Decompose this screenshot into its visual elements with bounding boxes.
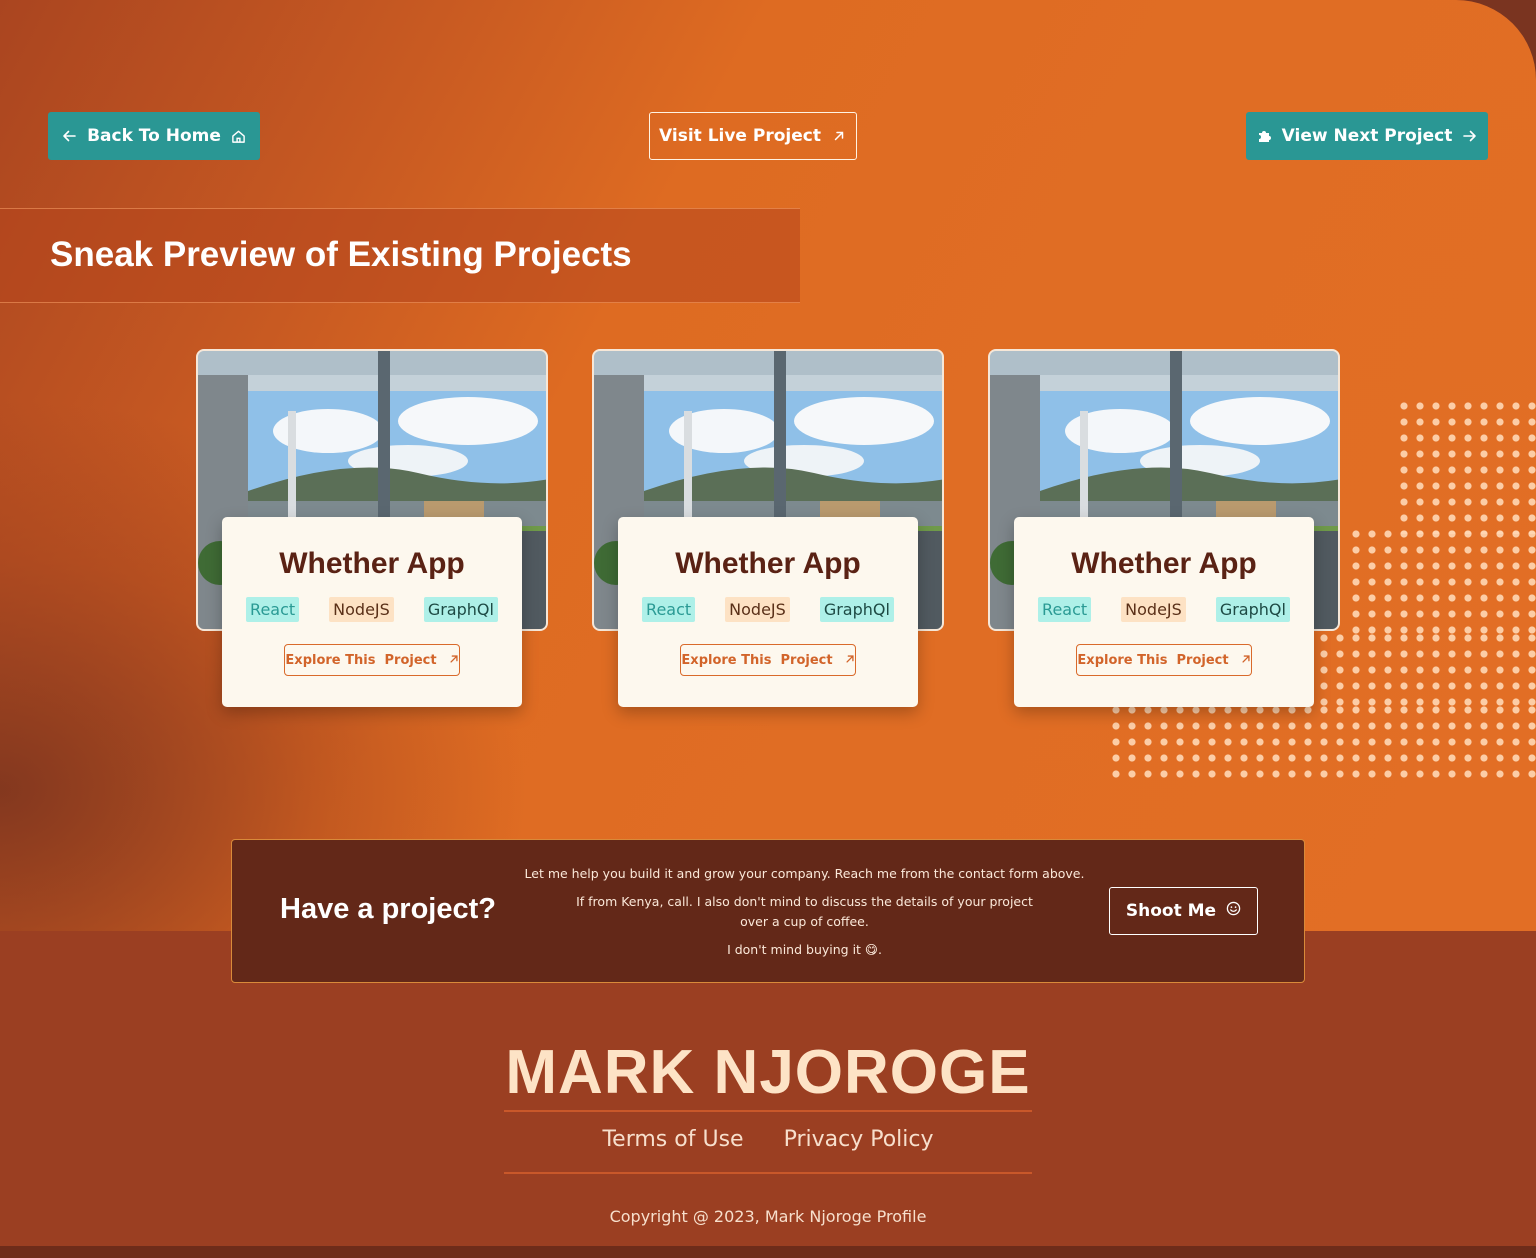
arrow-left-icon [61,128,77,144]
cta-title: Have a project? [280,893,496,925]
view-next-project-label: View Next Project [1281,126,1453,146]
explore-project-label: Explore This Project [1077,652,1229,668]
footer-brand: MARK NJOROGE [505,1038,1031,1107]
arrow-up-right-icon [831,128,847,144]
footer-copyright: Copyright @ 2023, Mark Njoroge Profile [609,1207,927,1226]
arrow-up-right-icon [1241,653,1251,668]
project-card: Whether App React NodeJS GraphQl Explore Thi… [988,349,1340,709]
puzzle-icon [1256,128,1272,144]
visit-live-project-button[interactable]: Visit Live Project [649,112,857,160]
shoot-me-button[interactable]: Shoot Me [1109,887,1258,935]
dot-pattern-top [1396,398,1536,534]
project-title: Whether App [675,547,861,580]
cta-line-2: If from Kenya, call. I also don't mind t… [576,894,1033,929]
explore-project-label: Explore This Project [285,652,437,668]
project-info-panel: Whether App React NodeJS GraphQl Explore Thi… [222,517,522,707]
visit-live-project-label: Visit Live Project [659,126,821,146]
back-to-home-label: Back To Home [87,126,221,146]
dot-pattern-bottom [1108,702,1536,782]
cta-description: Let me help you build it and grow your c… [522,864,1087,968]
terms-of-use-link[interactable]: Terms of Use [602,1127,743,1152]
project-title: Whether App [1071,547,1257,580]
project-tags: React NodeJS GraphQl [618,597,918,622]
footer-links: Terms of Use Privacy Policy [504,1127,1032,1152]
project-card: Whether App React NodeJS GraphQl Explore Thi… [592,349,944,709]
shoot-me-label: Shoot Me [1125,901,1217,921]
explore-project-button[interactable]: Explore This Project [1076,644,1252,676]
tag-nodejs: NodeJS [329,597,394,622]
arrow-right-icon [1462,128,1478,144]
tag-graphql: GraphQl [1215,597,1290,622]
footer-divider-bottom [504,1172,1032,1174]
explore-project-button[interactable]: Explore This Project [680,644,856,676]
tag-nodejs: NodeJS [725,597,790,622]
cta-box: Have a project? Let me help you build it… [231,839,1305,983]
cta-line-1: Let me help you build it and grow your c… [524,866,1085,881]
tag-graphql: GraphQl [819,597,894,622]
project-tags: React NodeJS GraphQl [222,597,522,622]
arrow-up-right-icon [845,653,855,668]
tag-react: React [246,597,300,622]
arrow-up-right-icon [449,653,459,668]
section-title: Sneak Preview of Existing Projects [50,235,632,274]
project-card: Whether App React NodeJS GraphQl Explore Thi… [196,349,548,709]
tag-react: React [1038,597,1092,622]
project-info-panel: Whether App React NodeJS GraphQl Explore Thi… [618,517,918,707]
dot-pattern-lower [1316,630,1536,710]
view-next-project-button[interactable]: View Next Project [1246,112,1488,160]
tag-react: React [642,597,696,622]
smiley-icon [1226,901,1241,921]
project-info-panel: Whether App React NodeJS GraphQl Explore Thi… [1014,517,1314,707]
tag-graphql: GraphQl [423,597,498,622]
project-title: Whether App [279,547,465,580]
footer-divider-top [504,1110,1032,1112]
home-icon [231,128,247,144]
back-to-home-button[interactable]: Back To Home [48,112,260,160]
privacy-policy-link[interactable]: Privacy Policy [784,1127,934,1152]
dot-pattern-middle [1348,526,1536,638]
explore-project-button[interactable]: Explore This Project [284,644,460,676]
project-tags: React NodeJS GraphQl [1014,597,1314,622]
tag-nodejs: NodeJS [1121,597,1186,622]
bottom-strip [0,1246,1536,1258]
cta-line-3: I don't mind buying it 😋. [727,942,882,957]
explore-project-label: Explore This Project [681,652,833,668]
